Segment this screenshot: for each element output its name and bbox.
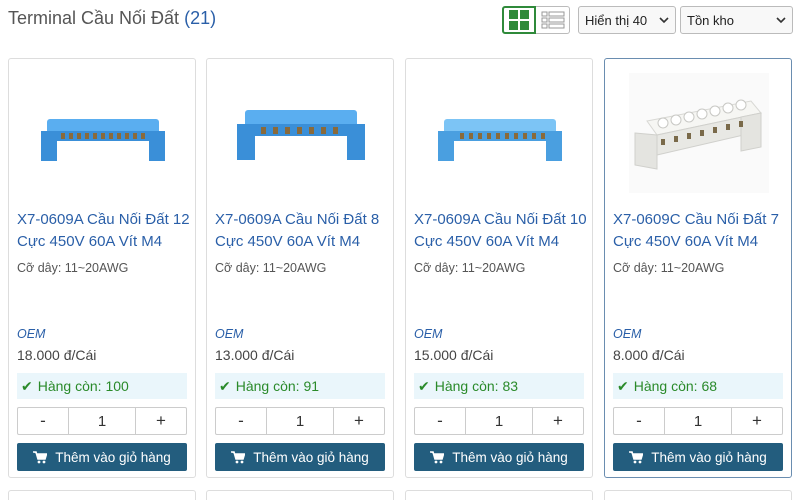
add-to-cart-button[interactable]: Thêm vào giỏ hàng xyxy=(215,443,385,471)
add-to-cart-button[interactable]: Thêm vào giỏ hàng xyxy=(414,443,584,471)
stock-status: ✔ Hàng còn: 100 xyxy=(17,373,187,399)
check-icon: ✔ xyxy=(21,377,33,394)
product-price: 8.000 đ/Cái xyxy=(613,347,685,363)
stock-filter-select[interactable]: Tồn kho xyxy=(680,6,793,34)
product-card[interactable]: X7-0609A Cầu Nối Đất 8 Cực 450V 60A Vít … xyxy=(206,58,394,478)
product-image[interactable] xyxy=(29,65,177,201)
grid-icon xyxy=(509,10,529,30)
product-name-link[interactable]: X7-0609C Cầu Nối Đất 7 Cực 450V 60A Vít … xyxy=(613,209,789,253)
product-card[interactable]: X7-0609C Cầu Nối Đất 7 Cực 450V 60A Vít … xyxy=(604,58,792,478)
product-card[interactable]: X7-0609A Cầu Nối Đất 12 Cực 450V 60A Vít… xyxy=(8,58,196,478)
product-card[interactable] xyxy=(206,490,394,500)
stock-text: Hàng còn: 68 xyxy=(633,378,718,394)
cart-icon xyxy=(231,450,246,464)
product-card[interactable]: X7-0609A Cầu Nối Đất 10 Cực 450V 60A Vít… xyxy=(405,58,593,478)
quantity-stepper: - 1 + xyxy=(17,407,187,435)
increase-button[interactable]: + xyxy=(533,408,583,434)
quantity-stepper: - 1 + xyxy=(613,407,783,435)
add-to-cart-button[interactable]: Thêm vào giỏ hàng xyxy=(613,443,783,471)
product-price: 15.000 đ/Cái xyxy=(414,347,494,363)
product-brand[interactable]: OEM xyxy=(613,327,641,341)
add-to-cart-label: Thêm vào giỏ hàng xyxy=(452,449,568,465)
list-icon xyxy=(541,11,564,29)
product-card[interactable] xyxy=(405,490,593,500)
chevron-down-icon xyxy=(659,17,669,24)
product-brand[interactable]: OEM xyxy=(215,327,243,341)
quantity-stepper: - 1 + xyxy=(215,407,385,435)
stock-text: Hàng còn: 83 xyxy=(434,378,519,394)
product-card[interactable] xyxy=(8,490,196,500)
cart-icon xyxy=(629,450,644,464)
grid-view-button[interactable] xyxy=(502,6,536,34)
product-name-link[interactable]: X7-0609A Cầu Nối Đất 12 Cực 450V 60A Vít… xyxy=(17,209,193,253)
product-spec: Cỡ dây: 11~20AWG xyxy=(414,261,526,275)
product-spec: Cỡ dây: 11~20AWG xyxy=(613,261,725,275)
terminal-bar-image xyxy=(438,119,562,161)
check-icon: ✔ xyxy=(219,377,231,394)
add-to-cart-button[interactable]: Thêm vào giỏ hàng xyxy=(17,443,187,471)
quantity-stepper: - 1 + xyxy=(414,407,584,435)
product-image[interactable] xyxy=(625,65,773,201)
increase-button[interactable]: + xyxy=(334,408,384,434)
display-count-select[interactable]: Hiển thị 40 xyxy=(578,6,676,34)
page-title: Terminal Cầu Nối Đất (21) xyxy=(8,8,216,29)
increase-button[interactable]: + xyxy=(732,408,782,434)
quantity-input[interactable]: 1 xyxy=(68,408,136,434)
product-price: 13.000 đ/Cái xyxy=(215,347,295,363)
quantity-input[interactable]: 1 xyxy=(266,408,334,434)
add-to-cart-label: Thêm vào giỏ hàng xyxy=(651,449,767,465)
page-title-text: Terminal Cầu Nối Đất xyxy=(8,8,180,28)
product-name-link[interactable]: X7-0609A Cầu Nối Đất 10 Cực 450V 60A Vít… xyxy=(414,209,590,253)
product-brand[interactable]: OEM xyxy=(414,327,442,341)
view-toggle xyxy=(502,6,570,34)
cart-icon xyxy=(430,450,445,464)
product-name-link[interactable]: X7-0609A Cầu Nối Đất 8 Cực 450V 60A Vít … xyxy=(215,209,391,253)
product-price: 18.000 đ/Cái xyxy=(17,347,97,363)
cart-icon xyxy=(33,450,48,464)
check-icon: ✔ xyxy=(418,377,430,394)
quantity-input[interactable]: 1 xyxy=(664,408,732,434)
list-view-button[interactable] xyxy=(536,6,570,34)
decrease-button[interactable]: - xyxy=(614,408,664,434)
decrease-button[interactable]: - xyxy=(216,408,266,434)
stock-status: ✔ Hàng còn: 91 xyxy=(215,373,385,399)
terminal-bar-image xyxy=(629,73,769,193)
terminal-bar-image xyxy=(41,119,165,161)
add-to-cart-label: Thêm vào giỏ hàng xyxy=(253,449,369,465)
product-spec: Cỡ dây: 11~20AWG xyxy=(215,261,327,275)
decrease-button[interactable]: - xyxy=(18,408,68,434)
display-count-value: Hiển thị 40 xyxy=(585,12,648,28)
product-card[interactable] xyxy=(604,490,792,500)
stock-status: ✔ Hàng còn: 83 xyxy=(414,373,584,399)
check-icon: ✔ xyxy=(617,377,629,394)
chevron-down-icon xyxy=(776,17,786,24)
increase-button[interactable]: + xyxy=(136,408,186,434)
stock-filter-value: Tồn kho xyxy=(687,12,734,28)
product-brand[interactable]: OEM xyxy=(17,327,45,341)
stock-text: Hàng còn: 91 xyxy=(235,378,320,394)
stock-status: ✔ Hàng còn: 68 xyxy=(613,373,783,399)
product-image[interactable] xyxy=(426,65,574,201)
product-count: (21) xyxy=(184,8,217,28)
product-spec: Cỡ dây: 11~20AWG xyxy=(17,261,129,275)
add-to-cart-label: Thêm vào giỏ hàng xyxy=(55,449,171,465)
product-image[interactable] xyxy=(227,65,375,201)
terminal-bar-image xyxy=(237,110,365,160)
quantity-input[interactable]: 1 xyxy=(465,408,533,434)
decrease-button[interactable]: - xyxy=(415,408,465,434)
stock-text: Hàng còn: 100 xyxy=(37,378,129,394)
